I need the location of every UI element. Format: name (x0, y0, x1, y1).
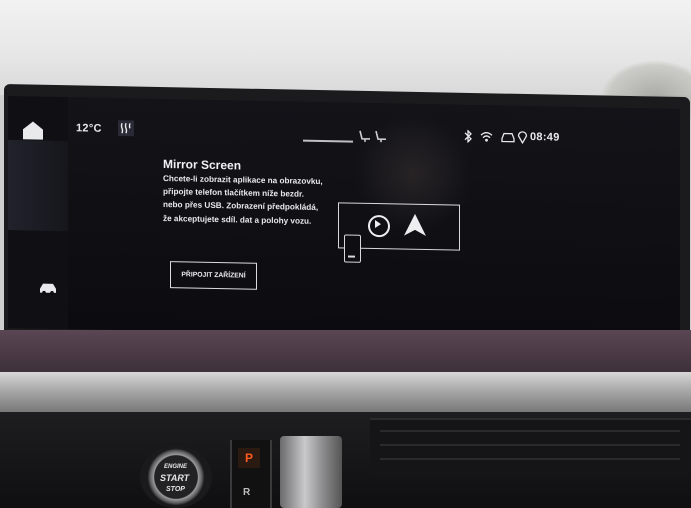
toggle-switch[interactable] (280, 436, 342, 508)
air-vent[interactable] (370, 418, 691, 476)
connect-device-button[interactable]: PŘIPOJIT ZAŘÍZENÍ (170, 261, 257, 290)
dashboard-fabric (0, 330, 691, 375)
dashboard-trim (0, 372, 691, 412)
start-button-label-main: START (160, 473, 190, 483)
android-auto-icon (404, 213, 426, 237)
home-icon[interactable] (20, 120, 46, 140)
phone-home-bar (348, 255, 355, 258)
location-icon[interactable] (517, 130, 528, 144)
wifi-icon[interactable] (480, 131, 493, 142)
connected-car-icon[interactable] (500, 130, 516, 143)
active-tab-indicator (303, 139, 353, 143)
bluetooth-icon[interactable] (464, 129, 473, 143)
vent-slat (380, 458, 680, 460)
start-button-label-bottom: STOP (166, 486, 185, 493)
page-title: Mirror Screen (163, 156, 242, 173)
sidebar-selected-area (8, 140, 68, 232)
seat-icons[interactable] (358, 129, 392, 144)
clock: 08:49 (530, 131, 560, 144)
carplay-icon (368, 214, 390, 238)
vent-slat (380, 444, 680, 446)
gear-park-button[interactable]: P (238, 448, 260, 468)
mirror-screen-description: Chcete-li zobrazit aplikace na obrazovku… (163, 173, 323, 226)
phone-icon (344, 234, 361, 263)
infotainment-screen: 12°C 08:49 Mirror Screen Chcete-li zobra… (8, 96, 680, 341)
gear-reverse-label: R (243, 487, 251, 498)
temperature-readout: 12°C (76, 122, 102, 135)
car-icon[interactable] (38, 283, 58, 295)
background-window (0, 0, 691, 95)
start-button-label-top: ENGINE (164, 464, 188, 470)
left-sidebar (8, 96, 68, 330)
seat-heating-icon[interactable] (118, 120, 134, 137)
vent-slat (380, 430, 680, 432)
